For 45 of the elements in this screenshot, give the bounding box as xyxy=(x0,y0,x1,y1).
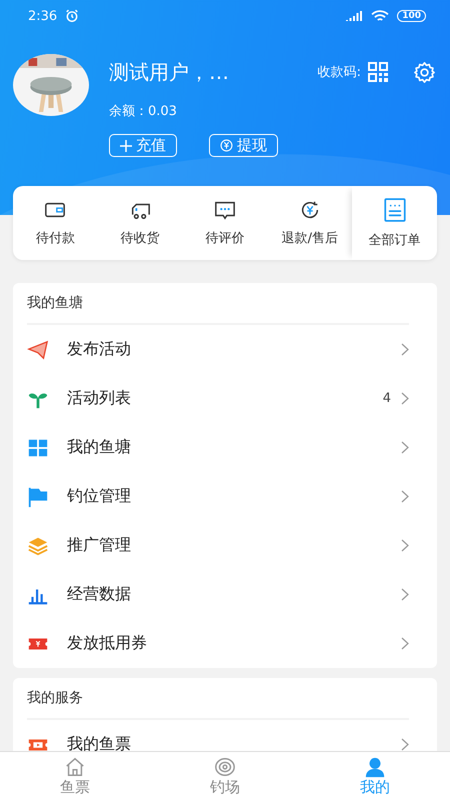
order-status-link[interactable]: 待评价 xyxy=(205,229,244,247)
menu-item[interactable]: 我的鱼票 xyxy=(67,734,401,751)
menu-item[interactable]: 活动列表 xyxy=(67,388,383,409)
chat-icon xyxy=(214,199,236,221)
menu-item[interactable]: 钓位管理 xyxy=(67,486,401,507)
menu-item[interactable]: 发布活动 xyxy=(67,339,401,360)
wifi-icon xyxy=(371,10,390,22)
flag-icon xyxy=(27,486,49,508)
qr-code-label: 收款码: xyxy=(318,64,361,81)
chevron-right-icon xyxy=(401,490,409,503)
chevron-right-icon xyxy=(401,738,409,751)
section-title: 我的鱼塘 xyxy=(27,294,83,312)
tab[interactable]: 钓场 xyxy=(150,752,300,800)
balance-text: 余额：0.03 xyxy=(109,103,178,120)
menu-item[interactable]: 经营数据 xyxy=(67,584,401,605)
plus-icon xyxy=(120,140,132,152)
signal-icon xyxy=(346,10,364,22)
user-name: 测试用户，… xyxy=(109,58,230,86)
home-icon xyxy=(64,756,86,778)
menu-item[interactable]: 发放抵用券 xyxy=(67,633,401,654)
menu-item[interactable]: 推广管理 xyxy=(67,535,401,556)
section-title: 我的服务 xyxy=(27,689,83,707)
order-status-link[interactable]: 待收货 xyxy=(120,229,160,247)
battery-level: 100 xyxy=(397,10,426,22)
chevron-right-icon xyxy=(401,441,409,454)
order-status-link[interactable]: 待付款 xyxy=(36,229,75,247)
chevron-right-icon xyxy=(401,637,409,650)
paper-plane-icon xyxy=(27,338,49,360)
chevron-right-icon xyxy=(401,392,409,405)
yuan-icon xyxy=(220,139,233,152)
chevron-right-icon xyxy=(401,539,409,552)
order-status-link[interactable]: 退款/售后 xyxy=(282,229,338,247)
status-time: 2:36 xyxy=(28,8,58,24)
menu-item[interactable]: 我的鱼塘 xyxy=(67,437,401,458)
tab[interactable]: 鱼票 xyxy=(0,752,150,800)
item-count: 4 xyxy=(382,391,391,406)
person-icon xyxy=(364,756,386,778)
qr-code-icon[interactable] xyxy=(367,61,389,83)
chevron-right-icon xyxy=(401,343,409,356)
chevron-right-icon xyxy=(401,588,409,601)
target-icon xyxy=(214,756,236,778)
settings-icon[interactable] xyxy=(413,60,436,84)
alarm-icon xyxy=(65,9,80,23)
order-list-icon xyxy=(382,197,408,223)
order-status-link[interactable]: 全部订单 xyxy=(368,231,421,249)
